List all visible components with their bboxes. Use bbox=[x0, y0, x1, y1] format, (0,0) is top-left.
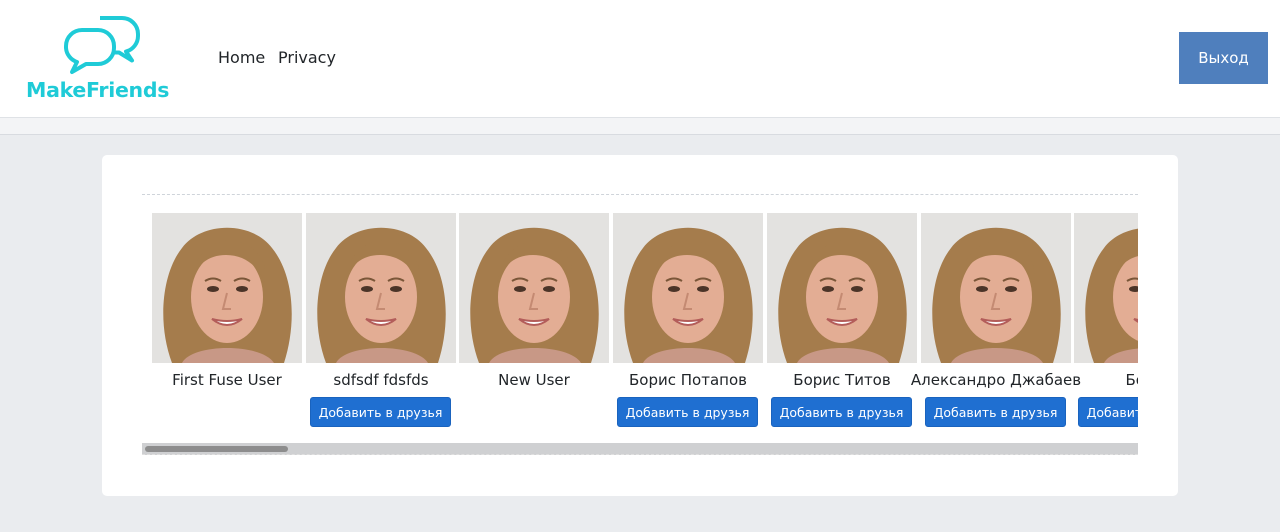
top-navbar: MakeFriends Home Privacy Выход bbox=[0, 0, 1280, 118]
user-card: Борис Титов Добавить в друзья bbox=[767, 213, 917, 443]
user-photo bbox=[767, 213, 917, 363]
header-divider-strip bbox=[0, 118, 1280, 135]
dashed-divider bbox=[142, 194, 1138, 195]
users-card: First Fuse User sdfsdf fdsfds Добавить в… bbox=[102, 155, 1178, 496]
users-carousel[interactable]: First Fuse User sdfsdf fdsfds Добавить в… bbox=[142, 213, 1138, 443]
user-photo bbox=[306, 213, 456, 363]
user-card: Александро Джабаев Добавить в друзья bbox=[911, 213, 1081, 443]
add-friend-button[interactable]: Добавить в друзья bbox=[1078, 397, 1138, 427]
scrollbar-thumb[interactable] bbox=[145, 446, 288, 452]
user-photo bbox=[1074, 213, 1138, 363]
user-card: Борис Потапов Добавить в друзья bbox=[613, 213, 763, 443]
user-card: Борис Добавить в друзья bbox=[1074, 213, 1138, 443]
horizontal-scrollbar[interactable] bbox=[142, 443, 1138, 455]
user-card: First Fuse User bbox=[152, 213, 302, 443]
user-name: Борис bbox=[1125, 371, 1139, 389]
add-friend-button[interactable]: Добавить в друзья bbox=[617, 397, 758, 427]
nav-home-link[interactable]: Home bbox=[218, 48, 265, 67]
brand-name: MakeFriends bbox=[26, 78, 170, 102]
user-card: sdfsdf fdsfds Добавить в друзья bbox=[306, 213, 456, 443]
user-photo bbox=[613, 213, 763, 363]
user-photo bbox=[152, 213, 302, 363]
user-photo bbox=[459, 213, 609, 363]
chat-bubbles-icon bbox=[64, 16, 140, 74]
makefriends-logo[interactable]: MakeFriends bbox=[26, 14, 186, 106]
user-card: New User bbox=[459, 213, 609, 443]
add-friend-button[interactable]: Добавить в друзья bbox=[925, 397, 1066, 427]
nav-privacy-link[interactable]: Privacy bbox=[278, 48, 336, 67]
add-friend-button[interactable]: Добавить в друзья bbox=[310, 397, 451, 427]
add-friend-button[interactable]: Добавить в друзья bbox=[771, 397, 912, 427]
user-photo bbox=[921, 213, 1071, 363]
logout-button[interactable]: Выход bbox=[1179, 32, 1268, 84]
